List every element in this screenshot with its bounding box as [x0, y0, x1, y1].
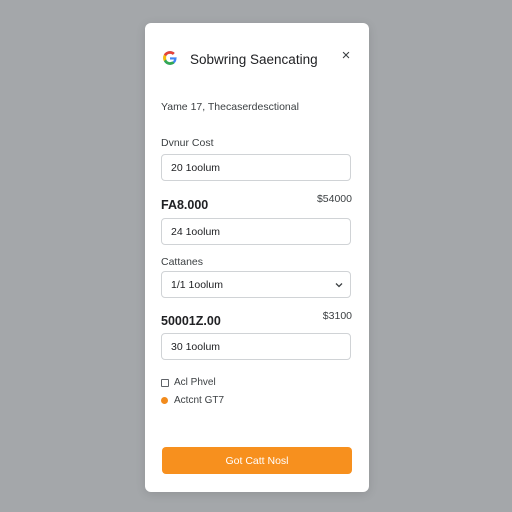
checkbox-label: Acl Phvel	[174, 377, 216, 388]
category-select[interactable]: 1/1 1oolum	[161, 271, 351, 298]
radio-dot-icon[interactable]	[161, 397, 168, 404]
quantity-field[interactable]: 30 1oolum	[161, 333, 351, 360]
dialog-subtitle: Yame 17, Thecaserdesctional	[161, 101, 299, 113]
dialog: Sobwring Saencating × Yame 17, Thecaserd…	[145, 23, 369, 492]
category-select-value: 1/1 1oolum	[171, 279, 223, 291]
checkbox-icon[interactable]	[161, 379, 169, 387]
cost-field-value: 20 1oolum	[171, 162, 221, 174]
amount-value-1: $54000	[316, 193, 352, 205]
amount-label-1: FA8.000	[161, 198, 209, 212]
chevron-down-icon	[335, 283, 343, 288]
option-radio[interactable]: Actcnt GT7	[161, 395, 241, 408]
amount-label-2: 50001Z.00	[161, 314, 221, 328]
cost-field[interactable]: 20 1oolum	[161, 154, 351, 181]
close-icon[interactable]: ×	[339, 48, 353, 63]
amount-field-value: 24 1oolum	[171, 226, 221, 238]
amount-value-2: $3100	[322, 310, 352, 322]
google-logo-icon	[163, 51, 178, 65]
dialog-title: Sobwring Saencating	[190, 52, 318, 67]
section-label-category: Cattanes	[161, 256, 204, 268]
quantity-field-value: 30 1oolum	[171, 341, 221, 353]
section-label-cost: Dvnur Cost	[161, 137, 214, 149]
get-cart-button[interactable]: Got Catt Nosl	[162, 447, 352, 474]
option-checkbox[interactable]: Acl Phvel	[161, 377, 241, 390]
amount-field[interactable]: 24 1oolum	[161, 218, 351, 245]
radio-label: Actcnt GT7	[174, 395, 225, 406]
